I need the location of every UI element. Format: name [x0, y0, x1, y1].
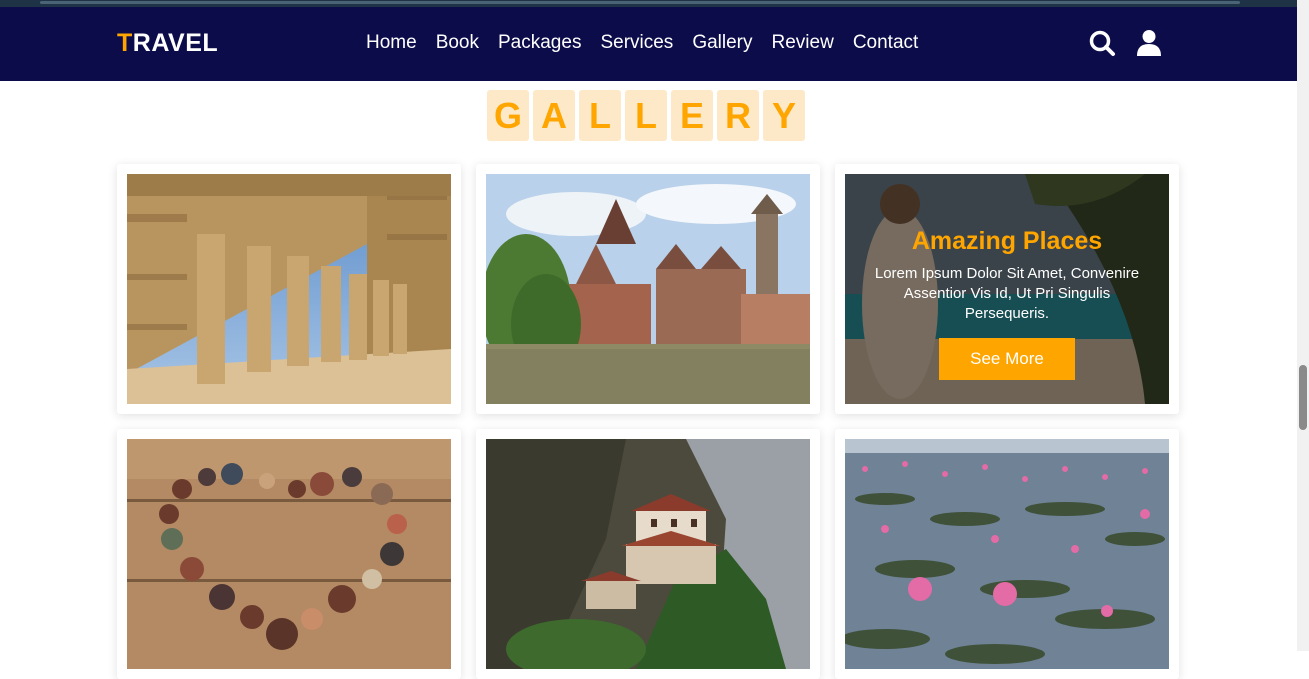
heading-letter: R [717, 90, 759, 141]
gallery-card-amazing-places[interactable]: Amazing Places Lorem Ipsum Dolor Sit Ame… [835, 164, 1179, 414]
header-icons [1088, 29, 1164, 57]
nav-contact[interactable]: Contact [853, 32, 918, 54]
nav-review[interactable]: Review [772, 32, 834, 54]
main-nav: Home Book Packages Services Gallery Revi… [366, 32, 937, 54]
search-icon[interactable] [1088, 29, 1116, 57]
nav-gallery[interactable]: Gallery [692, 32, 752, 54]
nav-packages[interactable]: Packages [498, 32, 581, 54]
tab-bar [40, 1, 1240, 4]
logo-text: RAVEL [132, 29, 219, 57]
gallery-card-lotus-lake[interactable] [835, 429, 1179, 679]
overlay-text: Lorem Ipsum Dolor Sit Amet, Convenire As… [874, 265, 1140, 322]
logo[interactable]: TRAVEL [117, 29, 218, 58]
page-scrollbar[interactable] [1297, 0, 1309, 651]
logo-first-letter: T [117, 29, 133, 57]
see-more-button[interactable]: See More [939, 338, 1075, 380]
card-overlay: Amazing Places Lorem Ipsum Dolor Sit Ame… [845, 174, 1169, 404]
browser-top-strip [0, 0, 1297, 7]
heading-letter: L [625, 90, 667, 141]
canal-town-image [486, 174, 810, 404]
stone-heart-image [127, 439, 451, 669]
site-header: TRAVEL Home Book Packages Services Galle… [0, 7, 1297, 81]
scrollbar-thumb[interactable] [1299, 365, 1307, 430]
user-icon[interactable] [1136, 29, 1164, 57]
gallery-card-canal-town[interactable] [476, 164, 820, 414]
gallery-card-stone-heart[interactable] [117, 429, 461, 679]
gallery-card-monastery[interactable] [476, 429, 820, 679]
gallery-card-temple[interactable] [117, 164, 461, 414]
heading-letter: Y [763, 90, 805, 141]
heading-letter: A [533, 90, 575, 141]
temple-image [127, 174, 451, 404]
nav-services[interactable]: Services [600, 32, 673, 54]
overlay-title: Amazing Places [911, 227, 1103, 255]
heading-letter: G [487, 90, 529, 141]
beach-image: Amazing Places Lorem Ipsum Dolor Sit Ame… [845, 174, 1169, 404]
nav-book[interactable]: Book [436, 32, 479, 54]
heading-letter: L [579, 90, 621, 141]
nav-home[interactable]: Home [366, 32, 417, 54]
monastery-image [486, 439, 810, 669]
gallery-heading: G A L L E R Y [487, 90, 805, 141]
heading-letter: E [671, 90, 713, 141]
lotus-lake-image [845, 439, 1169, 669]
